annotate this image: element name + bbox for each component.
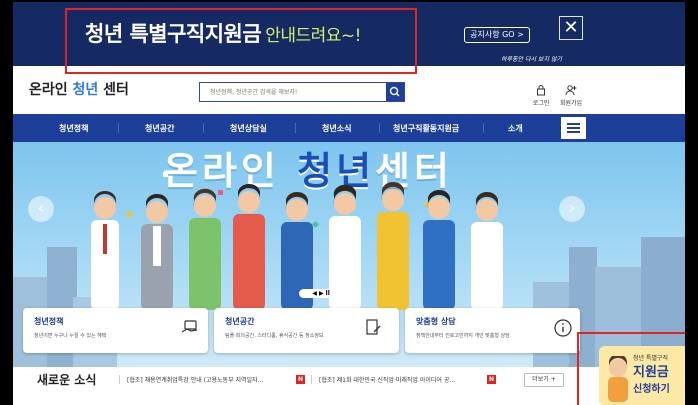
news-section: 새로운 소식 [협조] 채용연계취업특강 안내 (고용노동부 지역일자... N… (13, 367, 685, 405)
nav-item-space[interactable]: 청년공간 (145, 123, 174, 134)
card-youth-policy[interactable]: 청년정책 청년이면 누구나 누릴 수 있는 혜택 (23, 308, 208, 353)
user-add-icon (565, 85, 577, 96)
search-button[interactable] (386, 83, 404, 101)
nav-item-policy[interactable]: 청년정책 (59, 123, 88, 134)
nav-divider (118, 123, 119, 133)
hand-card-icon (181, 320, 198, 333)
nav-item-counsel[interactable]: 청년상담실 (230, 123, 267, 134)
nav-divider (379, 123, 380, 133)
close-icon[interactable]: ✕ (559, 16, 583, 40)
logo-suffix: 센터 (98, 82, 129, 98)
login-label: 로그인 (532, 100, 550, 107)
news-item[interactable]: [협조] 채용연계취업특강 안내 (고용노동부 지역일자... (127, 375, 263, 384)
login-button[interactable]: 로그인 (526, 84, 556, 107)
card-custom-counsel[interactable]: 맞춤형 상담 정책안내부터 진로고민까지 개인 맞춤형 상담 (405, 308, 580, 353)
news-section-title: 새로운 소식 (37, 373, 97, 387)
lock-icon (537, 85, 545, 96)
document-pen-icon (366, 319, 381, 335)
info-bubble-icon (554, 319, 572, 337)
logo-accent: 청년 (72, 82, 99, 98)
site-header: 온라인 청년 센터 로그인 회원가입 (13, 66, 685, 114)
card-desc: 정책안내부터 진로고민까지 개인 맞춤형 상담 (416, 333, 510, 339)
promo-title-sub: 안내드려요~! (265, 26, 361, 46)
confetti-shape (163, 172, 168, 177)
nav-item-news[interactable]: 청년소식 (322, 123, 351, 134)
nav-item-job-support[interactable]: 청년구직활동지원금 (393, 123, 459, 134)
apply-floating-banner[interactable]: 청년 특별구직 지원금 신청하기 (599, 346, 685, 405)
nav-divider (483, 123, 484, 133)
apply-now-button[interactable]: 신청하기 (633, 380, 670, 395)
site-logo[interactable]: 온라인 청년 센터 (29, 79, 129, 99)
logo-prefix: 온라인 (29, 82, 73, 98)
news-divider (311, 375, 312, 384)
main-nav: 청년정책 청년공간 청년상담실 청년소식 청년구직활동지원금 소개 (13, 114, 685, 142)
news-item[interactable]: [협조] 제1회 대한민국 신직업·미래직업 아이디어 공... (319, 375, 455, 384)
card-title: 맞춤형 상담 (416, 317, 456, 326)
card-desc: 청년이면 누구나 누릴 수 있는 혜택 (34, 333, 107, 339)
notice-go-button[interactable]: 공지사항 GO > (464, 27, 530, 43)
nav-divider (203, 123, 204, 133)
hero-prev-arrow-icon[interactable]: ‹ (28, 196, 54, 222)
signup-button[interactable]: 회원가입 (556, 84, 586, 107)
card-desc: 팀플·회의공간, 스터디룸, 휴식공간 등 청소정보 (225, 333, 324, 339)
promo-banner-title[interactable]: 청년 특별구직지원금 안내드려요~! (85, 18, 361, 48)
more-news-button[interactable]: 더보기 + (524, 373, 564, 387)
nav-divider (295, 123, 296, 133)
browser-viewport: 청년 특별구직지원금 안내드려요~! 공지사항 GO > ✕ 하루동안 다시 보지… (13, 2, 685, 405)
slide-play-control[interactable]: ◀ ▶ ll (299, 289, 343, 298)
hero-next-arrow-icon[interactable]: › (559, 196, 585, 222)
signup-label: 회원가입 (559, 100, 583, 107)
mascot-avatar (608, 356, 628, 402)
search-box (199, 82, 405, 102)
news-divider (119, 375, 120, 384)
card-title: 청년공간 (225, 317, 255, 326)
card-title: 청년정책 (34, 317, 64, 326)
promo-banner: 청년 특별구직지원금 안내드려요~! 공지사항 GO > ✕ 하루동안 다시 보지… (13, 2, 685, 66)
new-badge: N (487, 375, 496, 384)
nav-item-about[interactable]: 소개 (508, 123, 523, 134)
search-input[interactable] (200, 83, 384, 101)
search-icon (389, 86, 400, 97)
promo-title-main: 청년 특별구직지원금 (85, 22, 262, 46)
no-more-today-link[interactable]: 하루동안 다시 보지 않기 (501, 54, 562, 63)
card-youth-space[interactable]: 청년공간 팀플·회의공간, 스터디룸, 휴식공간 등 청소정보 (214, 308, 399, 353)
apply-banner-main: 지원금 (633, 365, 669, 380)
new-badge: N (296, 375, 305, 384)
hamburger-menu-icon[interactable] (561, 117, 586, 139)
